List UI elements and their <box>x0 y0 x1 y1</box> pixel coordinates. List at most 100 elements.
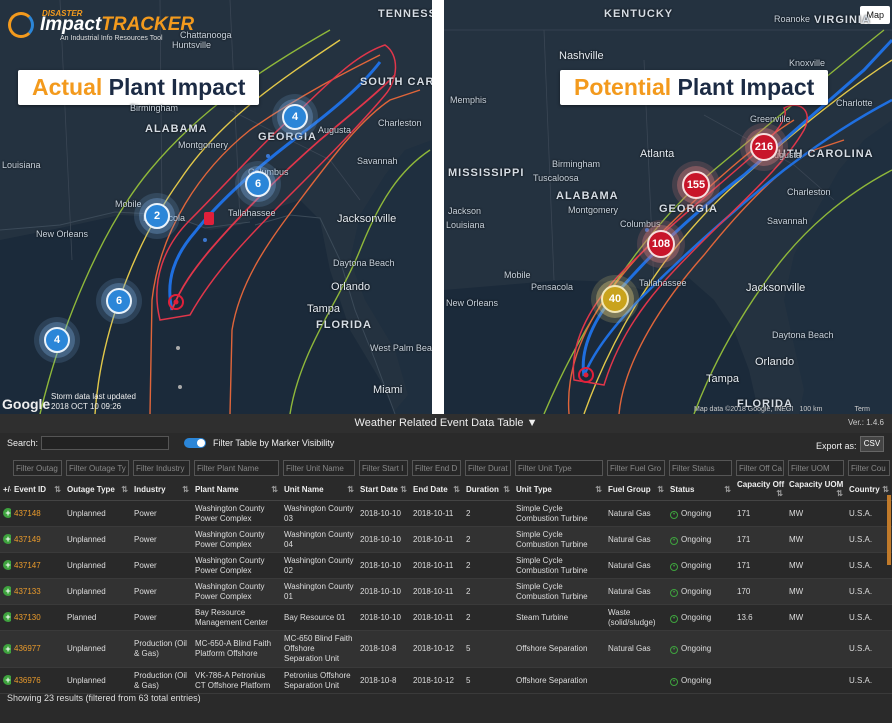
sort-icon[interactable]: ⇅ <box>54 485 61 494</box>
column-filter-input[interactable]: Filter Outage Ty <box>66 460 129 476</box>
table-cell[interactable]: 437133 <box>11 578 64 605</box>
table-row[interactable]: +437149 Unplanned Power Washington County P… <box>0 526 892 553</box>
table-cell: Washington County 01 <box>281 578 357 605</box>
plant-cluster-marker[interactable]: 40 <box>601 285 629 313</box>
table-title[interactable]: Weather Related Event Data Table ▼ <box>0 414 892 433</box>
plant-cluster-marker[interactable]: 216 <box>750 133 778 161</box>
plant-cluster-marker[interactable]: 108 <box>647 230 675 258</box>
sort-icon[interactable]: ⇅ <box>595 485 602 494</box>
sort-icon[interactable]: ⇅ <box>271 485 278 494</box>
sort-icon[interactable]: ⇅ <box>657 485 664 494</box>
column-header[interactable]: Fuel Group ⇅ <box>605 478 667 501</box>
plant-cluster-marker[interactable]: 155 <box>682 171 710 199</box>
map-place-label: Atlanta <box>640 148 675 160</box>
search-input[interactable] <box>41 436 169 450</box>
map-place-label: Knoxville <box>789 58 826 68</box>
table-row[interactable]: +436977 Unplanned Production (Oil & Gas) MC… <box>0 630 892 668</box>
table-cell[interactable]: 437147 <box>11 552 64 579</box>
sort-icon[interactable]: ⇅ <box>400 485 407 494</box>
table-cell: Petronius Offshore Separation Unit <box>281 667 357 694</box>
expand-plus-icon[interactable]: + <box>3 586 11 596</box>
sort-icon[interactable]: ⇅ <box>882 485 889 494</box>
column-header[interactable]: End Date ⇅ <box>410 478 463 501</box>
column-header[interactable]: Duration ⇅ <box>463 478 513 501</box>
table-row[interactable]: +436976 Unplanned Production (Oil & Gas) VK… <box>0 667 892 694</box>
table-row[interactable]: +437148 Unplanned Power Washington County P… <box>0 500 892 527</box>
column-header[interactable]: Unit Name ⇅ <box>281 478 357 501</box>
export-csv-button[interactable]: CSV <box>860 436 884 452</box>
table-cell: 2018-10-8 <box>357 630 410 668</box>
column-header[interactable]: Outage Type ⇅ <box>64 478 131 501</box>
column-header[interactable]: Unit Type ⇅ <box>513 478 605 501</box>
sort-icon[interactable]: ⇅ <box>453 485 460 494</box>
column-header[interactable]: Capacity UOM ⇅ <box>786 478 846 501</box>
expand-plus-icon[interactable]: + <box>3 675 11 685</box>
sort-icon[interactable]: ⇅ <box>724 485 731 494</box>
plant-cluster-marker[interactable]: 4 <box>282 104 308 130</box>
plant-cluster-marker[interactable]: 2 <box>144 203 170 229</box>
table-cell[interactable]: 437148 <box>11 500 64 527</box>
column-filter-input[interactable]: Filter UOM <box>788 460 844 476</box>
column-filter-input[interactable]: Filter Status <box>669 460 732 476</box>
sort-icon[interactable]: ⇅ <box>776 489 783 498</box>
expand-plus-icon[interactable]: + <box>3 534 11 544</box>
column-filter-input[interactable]: Filter Cou <box>848 460 890 476</box>
column-header-label: Duration <box>466 484 499 494</box>
expand-plus-icon[interactable]: + <box>3 643 11 654</box>
column-filter-input[interactable]: Filter Start I <box>359 460 408 476</box>
column-header[interactable]: Status ⇅ <box>667 478 734 501</box>
map-place-label: Charlotte <box>836 98 873 108</box>
banner-highlight: Actual <box>32 74 103 100</box>
column-filter-input[interactable]: Filter Unit Name <box>283 460 355 476</box>
sort-icon[interactable]: ⇅ <box>347 485 354 494</box>
sort-icon[interactable]: ⇅ <box>503 485 510 494</box>
map-terms-link[interactable]: Term <box>854 406 870 413</box>
table-cell[interactable]: 437149 <box>11 526 64 553</box>
column-header[interactable]: Country ⇅ <box>846 478 892 501</box>
column-filter-input[interactable]: Filter Off Ca <box>736 460 784 476</box>
table-row[interactable]: +437133 Unplanned Power Washington County P… <box>0 578 892 605</box>
table-cell: 13.6 <box>734 604 786 631</box>
expand-plus-icon[interactable]: + <box>3 560 11 570</box>
map-divider <box>432 0 444 414</box>
column-filter-input[interactable]: Filter Durat <box>465 460 511 476</box>
expand-plus-icon[interactable]: + <box>3 612 11 622</box>
actual-impact-map[interactable]: DISASTER ImpactTRACKER An Industrial Inf… <box>0 0 432 414</box>
column-header-label: Status <box>670 484 695 494</box>
map-scale-label: 100 km <box>799 406 823 413</box>
column-header[interactable]: Capacity Off ⇅ <box>734 478 786 501</box>
sort-icon[interactable]: ⇅ <box>182 485 189 494</box>
plant-cluster-marker[interactable]: 6 <box>245 171 271 197</box>
sort-icon[interactable]: ⇅ <box>836 489 843 498</box>
marker-visibility-toggle[interactable] <box>184 438 206 448</box>
plant-cluster-marker[interactable]: 4 <box>44 327 70 353</box>
table-cell[interactable]: 436976 <box>11 667 64 694</box>
filter-cell: Filter Outage Ty <box>64 458 131 478</box>
column-filter-input[interactable]: Filter End D <box>412 460 461 476</box>
expand-plus-icon[interactable]: + <box>3 508 11 518</box>
column-filter-input[interactable]: Filter Outag <box>13 460 62 476</box>
plant-cluster-marker[interactable]: 6 <box>106 288 132 314</box>
table-cell[interactable]: 437130 <box>11 604 64 631</box>
column-header[interactable]: Event ID ⇅ <box>11 478 64 501</box>
column-header[interactable]: Start Date ⇅ <box>357 478 410 501</box>
table-cell[interactable]: 436977 <box>11 630 64 668</box>
sort-icon[interactable]: ⇅ <box>121 485 128 494</box>
column-filter-input[interactable]: Filter Unit Type <box>515 460 603 476</box>
status-ongoing-icon: • <box>670 614 678 623</box>
table-cell <box>605 667 667 694</box>
table-row[interactable]: +437130 Planned Power Bay Resource Manageme… <box>0 604 892 631</box>
table-row[interactable]: +437147 Unplanned Power Washington County P… <box>0 552 892 579</box>
column-filter-input[interactable]: Filter Industry <box>133 460 190 476</box>
column-header[interactable]: Plant Name ⇅ <box>192 478 281 501</box>
filter-cell: Filter Unit Type <box>513 458 605 478</box>
column-header[interactable]: Industry ⇅ <box>131 478 192 501</box>
map-place-label: Greenville <box>750 114 791 124</box>
column-filter-input[interactable]: Filter Fuel Gro <box>607 460 665 476</box>
potential-impact-map[interactable]: Potential Plant Impact Map KENTUCKY Roano… <box>444 0 892 414</box>
column-header[interactable]: +/- <box>0 478 11 501</box>
table-scrollbar[interactable] <box>887 495 891 565</box>
table-cell: MW <box>786 552 846 579</box>
map-place-label: Augusta <box>318 125 352 135</box>
column-filter-input[interactable]: Filter Plant Name <box>194 460 279 476</box>
